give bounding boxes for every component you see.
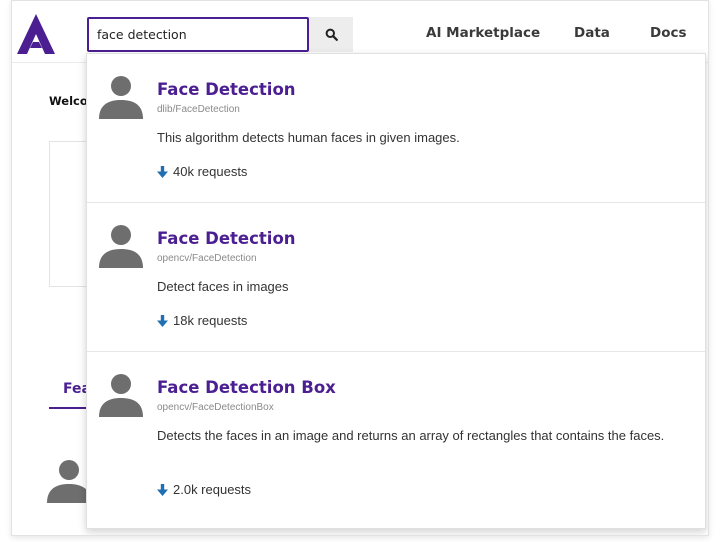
user-avatar-icon: [99, 76, 143, 119]
search-result-item[interactable]: Face Detection opencv/FaceDetection Dete…: [87, 203, 705, 352]
arrow-down-icon: [157, 483, 168, 496]
result-requests: 40k requests: [157, 164, 247, 179]
result-title[interactable]: Face Detection Box: [157, 378, 336, 397]
search-icon: [325, 28, 338, 41]
result-description: Detect faces in images: [157, 279, 289, 294]
arrow-down-icon: [157, 314, 168, 327]
result-path: dlib/FaceDetection: [157, 104, 240, 115]
arrow-down-icon: [157, 165, 168, 178]
search-box: [87, 17, 309, 52]
result-title[interactable]: Face Detection: [157, 80, 296, 99]
search-button[interactable]: [309, 17, 353, 52]
user-avatar-icon: [99, 374, 143, 417]
search-result-item[interactable]: Face Detection dlib/FaceDetection This a…: [87, 54, 705, 203]
search-results-dropdown: Face Detection dlib/FaceDetection This a…: [86, 53, 706, 529]
result-description: This algorithm detects human faces in gi…: [157, 130, 460, 145]
nav-ai-marketplace[interactable]: AI Marketplace: [426, 25, 540, 41]
requests-count: 40k requests: [173, 164, 248, 179]
user-avatar-icon: [99, 225, 143, 268]
nav-data[interactable]: Data: [574, 25, 610, 41]
search-input[interactable]: [89, 19, 307, 50]
search-result-item[interactable]: Face Detection Box opencv/FaceDetectionB…: [87, 352, 705, 528]
welcome-heading: Welco: [49, 94, 88, 108]
requests-count: 18k requests: [173, 313, 248, 328]
nav-docs[interactable]: Docs: [650, 25, 687, 41]
user-avatar-icon: [47, 460, 91, 503]
result-path: opencv/FaceDetection: [157, 253, 257, 264]
result-title[interactable]: Face Detection: [157, 229, 296, 248]
result-description: Detects the faces in an image and return…: [157, 428, 665, 443]
result-path: opencv/FaceDetectionBox: [157, 402, 274, 413]
requests-count: 2.0k requests: [173, 482, 252, 497]
result-requests: 18k requests: [157, 313, 247, 328]
result-requests: 2.0k requests: [157, 482, 251, 497]
algorithmia-logo[interactable]: [16, 13, 56, 55]
app-window: AI Marketplace Data Docs Welco Fea Face …: [11, 0, 709, 536]
